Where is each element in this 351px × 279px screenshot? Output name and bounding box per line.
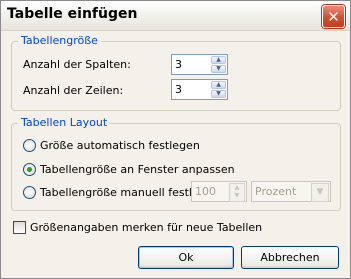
manual-size-value: 100	[195, 185, 216, 198]
rows-spinner[interactable]: 3 ▲ ▼	[171, 79, 228, 100]
insert-table-dialog: Tabelle einfügen ✕ Tabellengröße Anzahl …	[0, 0, 351, 279]
manual-size-spinner[interactable]: 100 ▲ ▼	[191, 181, 247, 202]
arrow-up-icon: ▲	[216, 56, 221, 63]
rows-decrement-button[interactable]: ▼	[211, 90, 226, 98]
table-size-group-title: Tabellengröße	[18, 34, 101, 47]
dialog-title: Tabelle einfügen	[7, 6, 138, 22]
title-bar: Tabelle einfügen ✕	[1, 1, 350, 31]
close-icon: ✕	[327, 7, 340, 26]
spinner-arrows-icon: ▲ ▼	[229, 183, 245, 202]
remember-sizes-checkbox[interactable]	[13, 221, 26, 234]
radio-auto-size-label[interactable]: Größe automatisch festlegen	[40, 139, 200, 152]
cancel-button-label: Abbrechen	[260, 251, 320, 264]
columns-spinner-buttons: ▲ ▼	[211, 56, 226, 73]
unit-select-value: Prozent	[255, 185, 297, 198]
rows-label: Anzahl der Zeilen:	[23, 84, 124, 97]
columns-increment-button[interactable]: ▲	[211, 56, 226, 64]
table-size-group: Tabellengröße	[11, 34, 341, 111]
arrow-down-icon: ▼	[216, 65, 221, 72]
rows-increment-button[interactable]: ▲	[211, 81, 226, 89]
arrow-up-icon: ▲	[216, 81, 221, 88]
radio-fit-window[interactable]	[23, 163, 36, 176]
remember-sizes-label[interactable]: Größenangaben merken für neue Tabellen	[30, 221, 262, 234]
table-layout-group-title: Tabellen Layout	[18, 116, 111, 129]
columns-spinner[interactable]: 3 ▲ ▼	[171, 54, 228, 75]
rows-spinner-buttons: ▲ ▼	[211, 81, 226, 98]
columns-value[interactable]: 3	[175, 58, 182, 71]
rows-value[interactable]: 3	[175, 83, 182, 96]
ok-button[interactable]: Ok	[138, 246, 234, 269]
unit-select[interactable]: Prozent ▼	[251, 181, 331, 202]
columns-label: Anzahl der Spalten:	[23, 58, 131, 71]
radio-manual-size[interactable]	[23, 186, 36, 199]
cancel-button[interactable]: Abbrechen	[241, 246, 339, 269]
radio-manual-size-label[interactable]: Tabellengröße manuell festl	[40, 186, 192, 199]
radio-fit-window-label[interactable]: Tabellengröße an Fenster anpassen	[40, 163, 235, 176]
close-button[interactable]: ✕	[322, 5, 345, 28]
chevron-down-icon: ▼	[311, 183, 329, 202]
ok-button-label: Ok	[178, 251, 194, 264]
radio-auto-size[interactable]	[23, 139, 36, 152]
arrow-down-icon: ▼	[216, 90, 221, 97]
columns-decrement-button[interactable]: ▼	[211, 65, 226, 73]
